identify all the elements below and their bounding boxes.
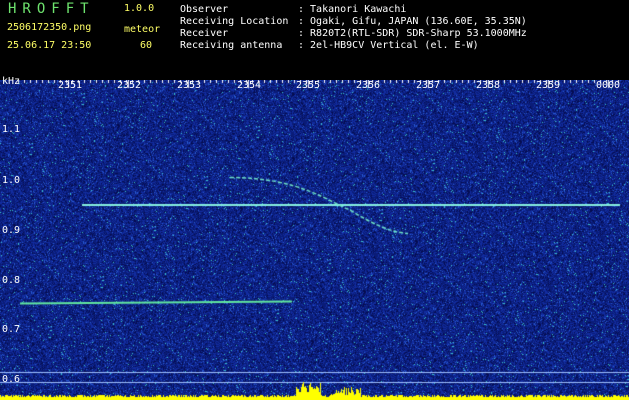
mode-label: meteor bbox=[124, 24, 161, 35]
location-label: Receiving Location bbox=[180, 16, 289, 27]
location-value: : Ogaki, Gifu, JAPAN (136.60E, 35.35N) bbox=[298, 16, 527, 27]
meteor-count: 60 bbox=[140, 40, 153, 51]
app-version: 1.0.0 bbox=[124, 3, 155, 14]
x-tick-label: 2356 bbox=[356, 80, 381, 91]
x-tick-label: 2355 bbox=[296, 80, 321, 91]
y-tick-label: 0.8 bbox=[2, 275, 21, 286]
y-tick-label: 0.7 bbox=[2, 324, 21, 335]
info-header: HROFFT 1.0.0 2506172350.png meteor 25.06… bbox=[0, 0, 629, 58]
x-tick-label: 2358 bbox=[476, 80, 501, 91]
x-tick-label: 2357 bbox=[416, 80, 441, 91]
x-tick-label: 2353 bbox=[177, 80, 202, 91]
observer-value: : Takanori Kawachi bbox=[298, 4, 407, 15]
spectrogram-canvas bbox=[0, 80, 629, 400]
x-tick-label: 2352 bbox=[117, 80, 142, 91]
x-tick-label: 2351 bbox=[58, 80, 83, 91]
antenna-value: : 2el-HB9CV Vertical (el. E-W) bbox=[298, 40, 479, 51]
y-tick-label: 0.6 bbox=[2, 374, 21, 385]
y-tick-label: 0.9 bbox=[2, 225, 21, 236]
receiver-value: : R820T2(RTL-SDR) SDR-Sharp 53.1000MHz bbox=[298, 28, 527, 39]
y-tick-label: 1.0 bbox=[2, 175, 21, 186]
observer-label: Observer bbox=[180, 4, 229, 15]
x-tick-label: 0000 bbox=[596, 80, 621, 91]
y-unit-label: kHz bbox=[2, 76, 21, 87]
antenna-label: Receiving antenna bbox=[180, 40, 283, 51]
datetime: 25.06.17 23:50 bbox=[7, 40, 92, 51]
x-tick-label: 2359 bbox=[536, 80, 561, 91]
receiver-label: Receiver bbox=[180, 28, 229, 39]
file-name: 2506172350.png bbox=[7, 22, 92, 33]
y-tick-label: 1.1 bbox=[2, 124, 21, 135]
app-name: HROFFT bbox=[8, 1, 95, 17]
x-tick-label: 2354 bbox=[237, 80, 262, 91]
